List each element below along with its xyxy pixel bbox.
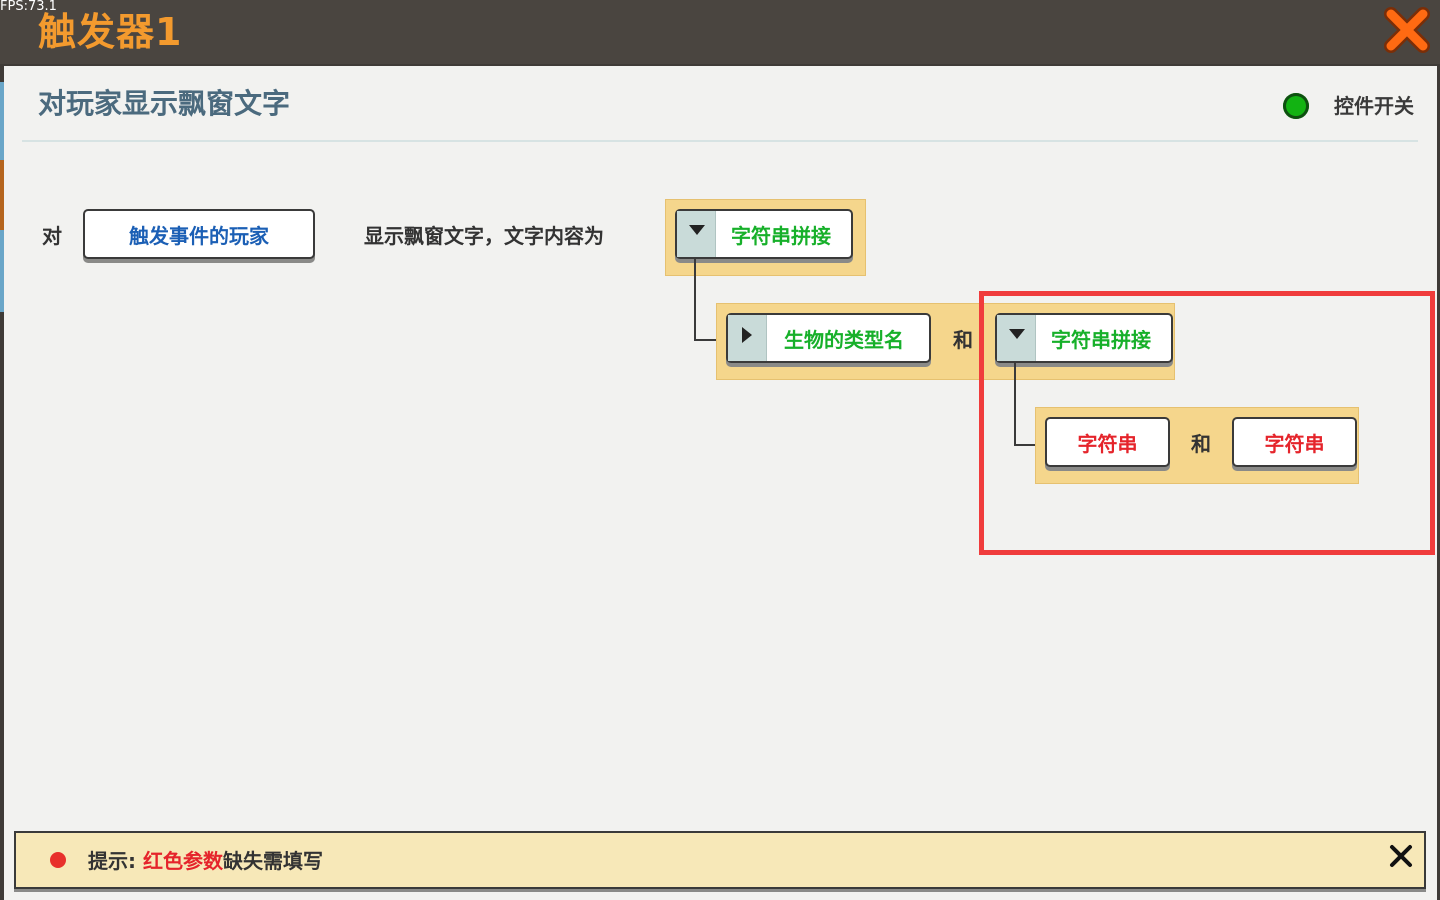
concat-label-1: 字符串拼接 bbox=[731, 223, 831, 248]
connector-line-1 bbox=[694, 259, 696, 341]
hint-red-text: 红色参数 bbox=[142, 849, 223, 873]
creature-param-label: 生物的类型名 bbox=[784, 327, 904, 352]
hint-rest-text: 缺失需填写 bbox=[222, 849, 323, 873]
concat-button-1[interactable]: 字符串拼接 bbox=[675, 209, 853, 259]
caret-right-icon bbox=[742, 327, 752, 343]
creature-param-button[interactable]: 生物的类型名 bbox=[726, 313, 931, 363]
title-bar: FPS:73.1 触发器1 bbox=[0, 0, 1440, 64]
highlight-box bbox=[979, 291, 1435, 555]
connector-line-1b bbox=[694, 339, 716, 341]
caret-down-icon bbox=[689, 225, 705, 235]
hint-label: 提示: bbox=[88, 849, 136, 873]
player-param-button[interactable]: 触发事件的玩家 bbox=[83, 209, 315, 259]
close-x-icon[interactable] bbox=[1383, 6, 1431, 54]
action-title: 对玩家显示飘窗文字 bbox=[38, 87, 291, 120]
control-toggle-dot[interactable] bbox=[1283, 93, 1309, 119]
player-param-label: 触发事件的玩家 bbox=[129, 223, 269, 248]
hint-text: 提示: 红色参数缺失需填写 bbox=[88, 847, 323, 875]
hint-dot-icon bbox=[50, 852, 66, 868]
and-text-1: 和 bbox=[953, 328, 973, 352]
hint-bar: 提示: 红色参数缺失需填写 bbox=[14, 831, 1426, 889]
panel-left-edge-accent bbox=[0, 160, 4, 230]
header-divider bbox=[22, 140, 1418, 142]
hint-close-icon[interactable] bbox=[1388, 843, 1414, 869]
collapse-toggle-1[interactable] bbox=[677, 211, 716, 257]
window-title: 触发器1 bbox=[38, 10, 183, 54]
control-toggle-label[interactable]: 控件开关 bbox=[1334, 92, 1414, 120]
expand-toggle[interactable] bbox=[728, 315, 767, 361]
prefix-text: 对 bbox=[42, 224, 62, 248]
middle-text: 显示飘窗文字，文字内容为 bbox=[364, 224, 604, 248]
